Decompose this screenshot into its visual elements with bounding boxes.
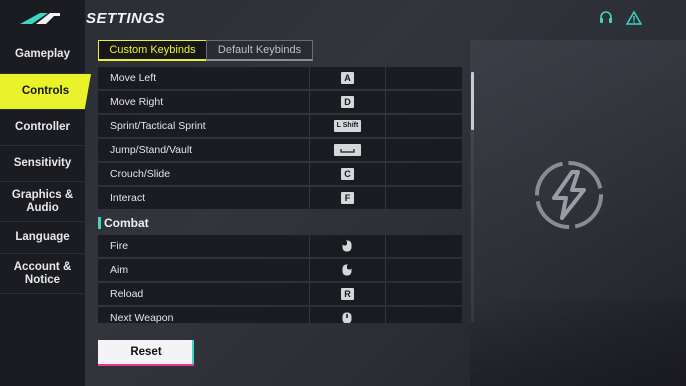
sidebar-item-graphics-audio[interactable]: Graphics & Audio — [0, 182, 85, 222]
key-cap: R — [341, 288, 354, 300]
keybind-row-jump[interactable]: Jump/Stand/Vault — [98, 139, 462, 161]
sidebar-item-language[interactable]: Language — [0, 222, 85, 254]
action-label: Interact — [110, 192, 146, 204]
brand-logo — [20, 13, 60, 24]
mouse-wheel-icon — [342, 312, 352, 323]
warning-icon[interactable] — [626, 10, 642, 26]
section-accent — [98, 217, 101, 229]
sidebar: Gameplay Controls Controller Sensitivity… — [0, 0, 91, 386]
bolt-emblem-icon — [535, 161, 603, 229]
sidebar-item-controls[interactable]: Controls — [0, 74, 91, 110]
keybind-row-sprint[interactable]: Sprint/Tactical Sprint L Shift — [98, 115, 462, 137]
action-label: Crouch/Slide — [110, 168, 171, 180]
keybind-row-crouch[interactable]: Crouch/Slide C — [98, 163, 462, 185]
keybind-list: Move Left A Move Right D Sprint/Tactical… — [98, 67, 462, 323]
keybind-row-move-left[interactable]: Move Left A — [98, 67, 462, 89]
keybind-row-reload[interactable]: Reload R — [98, 283, 462, 305]
scrollbar-thumb[interactable] — [471, 72, 474, 130]
section-header-combat: Combat — [98, 212, 462, 234]
key-cap: F — [341, 192, 354, 204]
sidebar-item-controller[interactable]: Controller — [0, 110, 85, 146]
page-title: SETTINGS — [86, 10, 166, 27]
space-key-icon — [334, 144, 361, 156]
section-title: Combat — [104, 216, 149, 230]
action-label: Fire — [110, 240, 129, 252]
keybind-row-next-weapon[interactable]: Next Weapon — [98, 307, 462, 323]
key-cap: D — [341, 96, 354, 108]
action-label: Next Weapon — [110, 312, 174, 323]
tab-custom-keybinds[interactable]: Custom Keybinds — [98, 40, 207, 61]
action-label: Move Right — [110, 96, 164, 108]
tab-default-keybinds[interactable]: Default Keybinds — [206, 40, 313, 61]
key-cap: A — [341, 72, 354, 84]
action-label: Move Left — [110, 72, 157, 84]
key-cap: C — [341, 168, 354, 180]
action-label: Sprint/Tactical Sprint — [110, 120, 206, 132]
background-streak — [470, 300, 686, 386]
action-label: Jump/Stand/Vault — [110, 144, 193, 156]
keybind-row-move-right[interactable]: Move Right D — [98, 91, 462, 113]
action-label: Aim — [110, 264, 129, 276]
left-mouse-icon — [342, 240, 352, 252]
reset-button[interactable]: Reset — [98, 340, 194, 366]
sidebar-item-sensitivity[interactable]: Sensitivity — [0, 146, 85, 182]
action-label: Reload — [110, 288, 144, 300]
headset-icon[interactable] — [598, 10, 614, 26]
key-cap: L Shift — [334, 120, 361, 132]
keybind-row-fire[interactable]: Fire — [98, 235, 462, 257]
keybind-row-aim[interactable]: Aim — [98, 259, 462, 281]
sidebar-item-gameplay[interactable]: Gameplay — [0, 36, 85, 74]
sidebar-item-account-notice[interactable]: Account & Notice — [0, 254, 85, 294]
right-mouse-icon — [342, 264, 352, 276]
keybind-row-interact[interactable]: Interact F — [98, 187, 462, 209]
